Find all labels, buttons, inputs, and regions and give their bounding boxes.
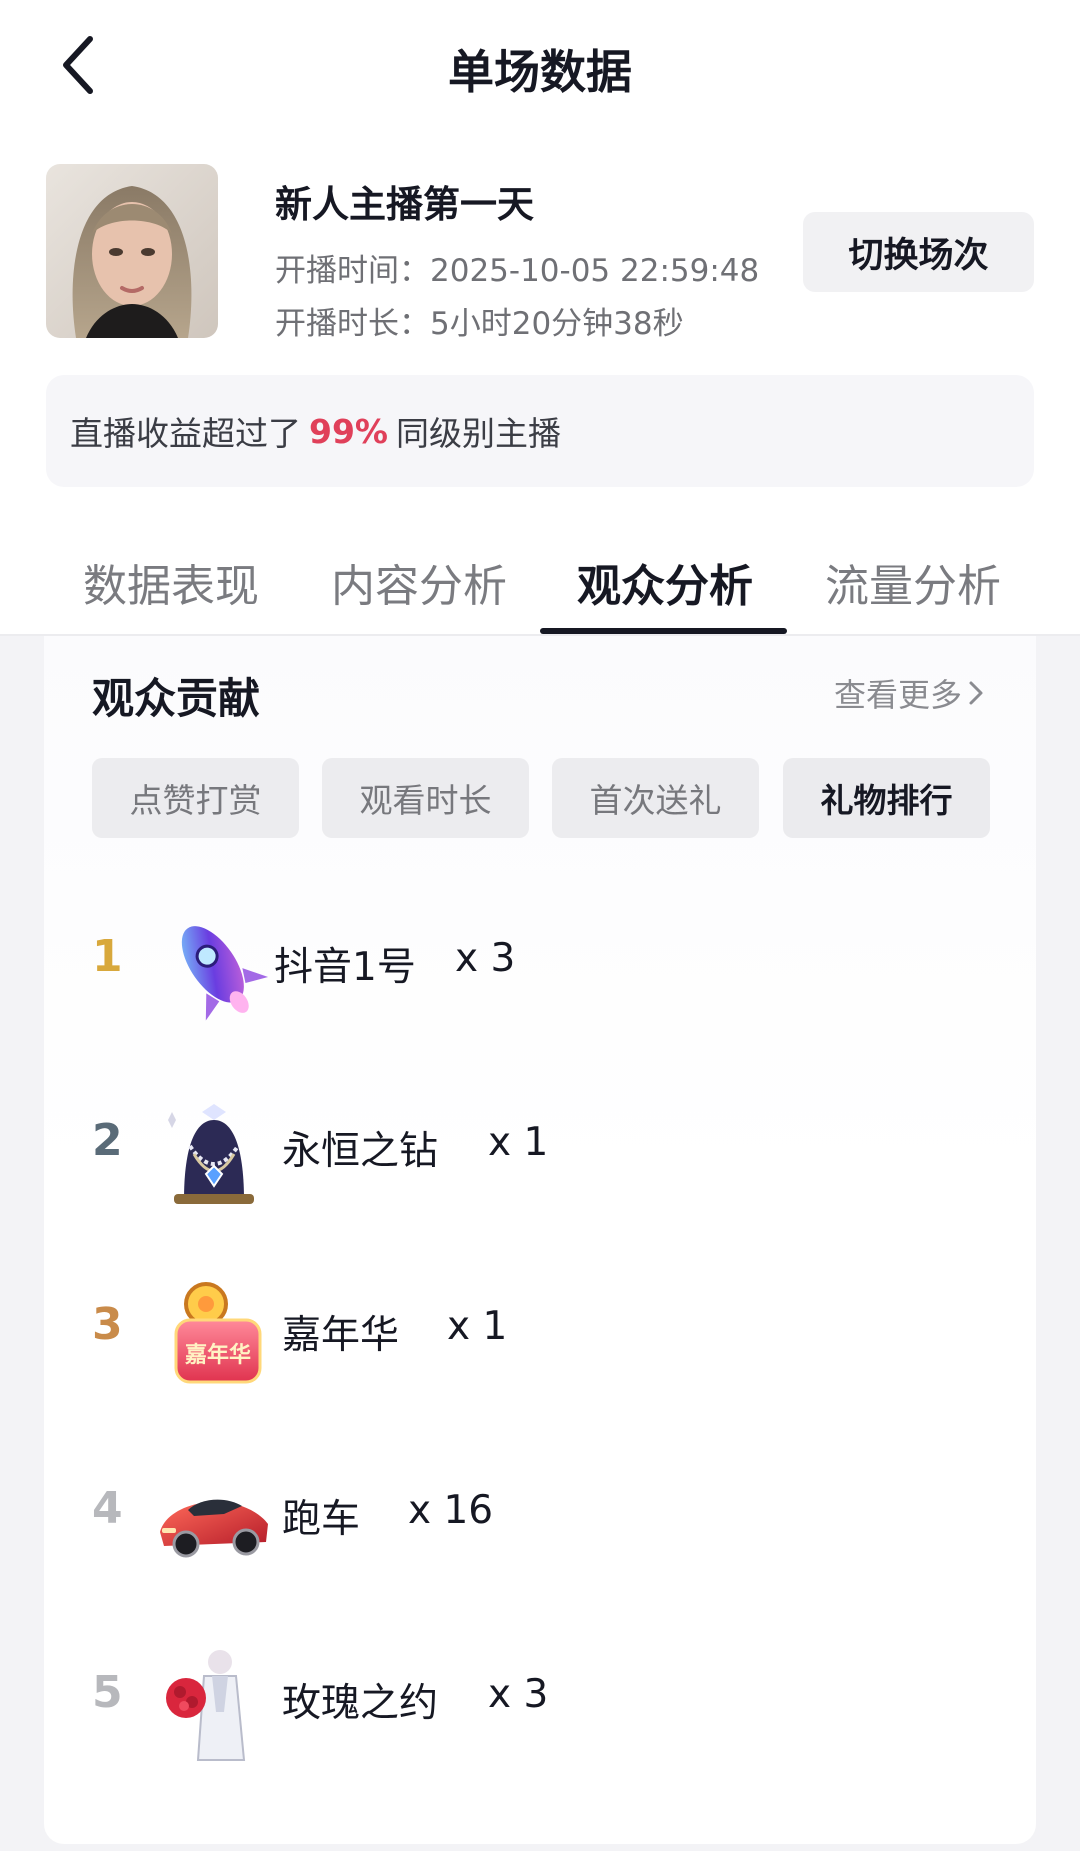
- see-more-link[interactable]: 查看更多: [834, 670, 984, 716]
- banner-prefix: 直播收益超过了: [70, 414, 301, 453]
- gift-count: x 1: [447, 1304, 508, 1349]
- page-title: 单场数据: [448, 45, 632, 99]
- contribution-title: 观众贡献: [92, 674, 261, 723]
- gift-count: x 3: [455, 936, 516, 981]
- tab-content[interactable]: 内容分析: [331, 550, 507, 614]
- gift-count: x 1: [488, 1120, 549, 1165]
- gift-row[interactable]: 5 玫瑰之约 x 3: [44, 1627, 1036, 1777]
- filter-watch-time[interactable]: 观看时长: [322, 758, 529, 838]
- rank-number: 2: [92, 1115, 123, 1166]
- rank-number: 4: [92, 1483, 123, 1534]
- see-more-label: 查看更多: [833, 676, 962, 714]
- filter-gift-ranking[interactable]: 礼物排行: [783, 758, 990, 838]
- gift-row[interactable]: 3 嘉年华 嘉年华 x 1: [44, 1259, 1036, 1409]
- sports-car-gift-icon: [154, 1458, 274, 1578]
- chevron-right-icon: [969, 681, 983, 705]
- carnival-badge-text: 嘉年华: [185, 1342, 251, 1368]
- rank-number: 1: [92, 931, 123, 982]
- live-duration: 开播时长：5小时20分钟38秒: [275, 306, 684, 342]
- top-bar: 单场数据: [0, 0, 1080, 130]
- gift-name: 嘉年华: [282, 1313, 400, 1358]
- start-time: 开播时间：2025-10-05 22:59:48: [275, 253, 760, 289]
- tab-performance[interactable]: 数据表现: [83, 550, 259, 614]
- gift-count: x 3: [488, 1672, 549, 1717]
- gift-count: x 16: [408, 1488, 494, 1533]
- banner-percent: 99%: [309, 411, 388, 451]
- diamond-necklace-gift-icon: [154, 1090, 274, 1210]
- gift-name: 抖音1号: [274, 945, 416, 990]
- gift-name: 永恒之钻: [282, 1129, 439, 1174]
- rank-number: 5: [92, 1667, 123, 1718]
- gift-row[interactable]: 1 抖音1号 x 3: [44, 891, 1036, 1041]
- tab-traffic[interactable]: 流量分析: [825, 550, 1001, 614]
- carnival-badge-gift-icon: 嘉年华: [154, 1274, 274, 1394]
- tab-audience[interactable]: 观众分析: [577, 550, 753, 614]
- rose-figure-gift-icon: [154, 1642, 274, 1762]
- analysis-tabs: 数据表现 内容分析 观众分析 流量分析: [0, 530, 1080, 634]
- gift-name: 跑车: [282, 1497, 361, 1542]
- avatar: [46, 164, 218, 338]
- filter-likes-tips[interactable]: 点赞打赏: [92, 758, 299, 838]
- gift-row[interactable]: 2 永恒之钻 x 1: [44, 1075, 1036, 1225]
- switch-session-button[interactable]: 切换场次: [803, 212, 1034, 292]
- gift-row[interactable]: 4 跑车 x 16: [44, 1443, 1036, 1593]
- session-title: 新人主播第一天: [275, 183, 534, 226]
- rocket-gift-icon: [154, 906, 274, 1026]
- earnings-banner: 直播收益超过了 99% 同级别主播: [46, 375, 1034, 487]
- rank-number: 3: [92, 1299, 123, 1350]
- banner-suffix: 同级别主播: [396, 414, 561, 453]
- filter-first-gift[interactable]: 首次送礼: [552, 758, 759, 838]
- gift-name: 玫瑰之约: [282, 1681, 439, 1726]
